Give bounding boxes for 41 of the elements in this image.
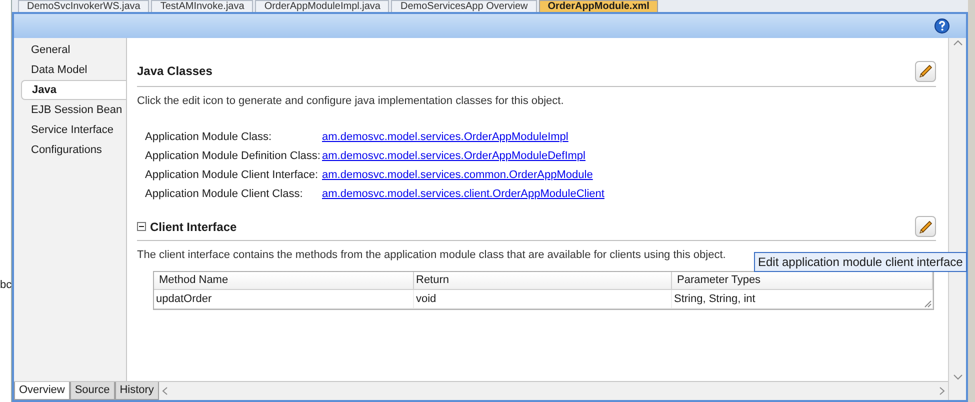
column-header[interactable]: Method Name xyxy=(154,272,414,289)
column-header[interactable]: Return xyxy=(414,272,672,289)
section-title: Client Interface xyxy=(150,218,237,236)
bottom-tab[interactable]: Source xyxy=(70,382,115,400)
bottom-tab[interactable]: History xyxy=(114,382,159,400)
nav-item[interactable]: Service Interface xyxy=(21,120,126,140)
nav-item[interactable]: Configurations xyxy=(21,140,126,160)
tooltip: Edit application module client interface xyxy=(754,252,967,272)
nav-item[interactable]: Java xyxy=(21,80,126,100)
nav-item[interactable]: General xyxy=(21,40,126,60)
pencil-icon xyxy=(918,63,934,79)
editor-tab[interactable]: DemoSvcInvokerWS.java xyxy=(18,0,150,12)
class-link[interactable]: am.demosvc.model.services.common.OrderAppModule xyxy=(322,166,593,184)
horizontal-scrollbar[interactable] xyxy=(158,382,948,400)
class-link[interactable]: am.demosvc.model.services.client.OrderAppModuleClient xyxy=(322,186,604,202)
table-cell: void xyxy=(414,290,672,308)
pencil-icon xyxy=(918,218,934,234)
field-label: Application Module Class: xyxy=(145,130,273,145)
section-description: The client interface contains the methods from the application module class that are available for clients using this object. xyxy=(137,248,726,262)
class-link[interactable]: am.demosvc.model.services.OrderAppModuleDefImpl xyxy=(322,148,586,164)
resize-grip-icon[interactable] xyxy=(923,299,932,308)
section-description: Click the edit icon to generate and configure java implementation classes for this object. xyxy=(137,94,565,109)
field-label: Application Module Client Interface: xyxy=(145,168,320,183)
editor-tab[interactable]: TestAMInvoke.java xyxy=(151,0,254,12)
nav-item[interactable]: Data Model xyxy=(21,60,126,80)
editor-tab[interactable]: DemoServicesApp Overview xyxy=(391,0,537,12)
help-icon[interactable] xyxy=(934,18,950,34)
cut-label: bc xyxy=(0,278,12,293)
bottom-tab[interactable]: Overview xyxy=(14,382,70,400)
edit-button[interactable] xyxy=(915,216,936,237)
table-cell: updatOrder xyxy=(154,290,414,308)
field-label: Application Module Client Class: xyxy=(145,186,304,202)
class-link[interactable]: am.demosvc.model.services.OrderAppModuleImpl xyxy=(322,128,568,146)
editor-tab[interactable]: OrderAppModuleImpl.java xyxy=(255,0,390,12)
table-cell: String, String, int xyxy=(672,290,933,308)
field-label: Application Module Definition Class: xyxy=(145,148,322,164)
editor-tab[interactable]: OrderAppModule.xml xyxy=(538,0,658,12)
collapse-icon[interactable] xyxy=(137,222,146,231)
section-title: Java Classes xyxy=(137,63,212,80)
edit-button[interactable] xyxy=(915,60,936,82)
nav-item[interactable]: EJB Session Bean xyxy=(21,100,126,120)
